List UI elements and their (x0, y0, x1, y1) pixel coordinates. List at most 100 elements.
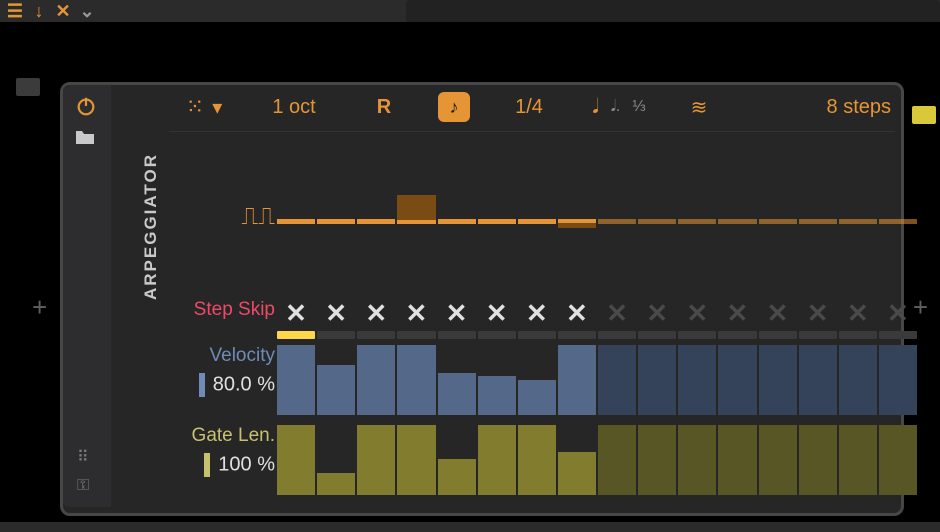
gate-step[interactable] (357, 425, 395, 495)
stepskip-step[interactable] (317, 295, 355, 331)
velocity-readout[interactable]: 80.0 % (169, 373, 275, 397)
velocity-step[interactable] (518, 345, 556, 415)
device-slot[interactable] (16, 78, 40, 96)
pitch-step[interactable] (518, 189, 556, 249)
retrigger-icon[interactable]: ≋ (669, 95, 729, 120)
add-device-button[interactable]: + (32, 292, 47, 323)
stepskip-step[interactable] (397, 295, 435, 331)
pitch-step[interactable] (759, 189, 797, 249)
pitch-step[interactable] (558, 189, 596, 249)
pitch-step[interactable] (317, 189, 355, 249)
list-icon[interactable]: ☰ (3, 0, 27, 22)
velocity-step[interactable] (759, 345, 797, 415)
velocity-step[interactable] (598, 345, 636, 415)
device-chain-left: + (0, 62, 55, 522)
stepskip-step[interactable] (357, 295, 395, 331)
gate-step[interactable] (438, 425, 476, 495)
drag-handle-icon[interactable]: ⠿ (77, 447, 91, 467)
gate-step[interactable] (598, 425, 636, 495)
steps-count[interactable]: 8 steps (729, 96, 895, 119)
velocity-step[interactable] (438, 345, 476, 415)
stepskip-step[interactable] (799, 295, 837, 331)
power-button[interactable] (71, 91, 101, 121)
stepskip-label: Step Skip (169, 299, 285, 321)
velocity-step[interactable] (277, 345, 315, 415)
stepskip-step[interactable] (638, 295, 676, 331)
pitch-icon: ⎍⎍ (169, 203, 285, 231)
velocity-step[interactable] (678, 345, 716, 415)
velocity-step[interactable] (799, 345, 837, 415)
stepskip-step[interactable] (718, 295, 756, 331)
gate-step[interactable] (317, 425, 355, 495)
octave-range[interactable]: 1 oct (239, 96, 349, 119)
rate-dotted[interactable]: 𝅘𝅥. (611, 98, 621, 116)
arp-mode[interactable]: R (349, 96, 419, 119)
pitch-step[interactable] (839, 189, 877, 249)
gate-step[interactable] (478, 425, 516, 495)
gate-step[interactable] (879, 425, 917, 495)
stepskip-step[interactable] (518, 295, 556, 331)
note-mode-button[interactable]: ♪ (438, 92, 470, 122)
velocity-step[interactable] (478, 345, 516, 415)
pitch-step[interactable] (638, 189, 676, 249)
gate-step[interactable] (397, 425, 435, 495)
gate-step[interactable] (799, 425, 837, 495)
gate-row: Gate Len. 100 % (169, 425, 895, 495)
velocity-step[interactable] (638, 345, 676, 415)
pitch-step[interactable] (598, 189, 636, 249)
stepskip-step[interactable] (759, 295, 797, 331)
pitch-step[interactable] (277, 189, 315, 249)
chevron-down-icon[interactable]: ⌄ (75, 0, 99, 22)
pitch-step[interactable] (478, 189, 516, 249)
velocity-step[interactable] (558, 345, 596, 415)
module-title: ARPEGGIATOR (141, 153, 161, 300)
tab-strip (406, 0, 940, 22)
velocity-step[interactable] (879, 345, 917, 415)
folder-icon[interactable] (75, 129, 95, 150)
rate-straight[interactable]: 𝅘𝅥 (592, 96, 598, 119)
velocity-row: Velocity 80.0 % (169, 345, 895, 415)
gate-step[interactable] (759, 425, 797, 495)
gate-readout[interactable]: 100 % (169, 453, 275, 477)
gate-step[interactable] (518, 425, 556, 495)
velocity-step[interactable] (839, 345, 877, 415)
velocity-step[interactable] (357, 345, 395, 415)
gate-step[interactable] (718, 425, 756, 495)
gate-step[interactable] (678, 425, 716, 495)
pitch-step[interactable] (397, 189, 435, 249)
arpeggiator-panel: ⠿ ⚿ ARPEGGIATOR ⁙ ▾ 1 oct R ♪ 1/4 𝅘𝅥 𝅘𝅥.… (60, 82, 904, 516)
rate-value[interactable]: 1/4 (489, 96, 569, 119)
gate-step[interactable] (638, 425, 676, 495)
pitch-row: ⎍⎍ (169, 189, 895, 249)
velocity-step[interactable] (397, 345, 435, 415)
stepskip-step[interactable] (277, 295, 315, 331)
stepskip-step[interactable] (558, 295, 596, 331)
editor-canvas: + + ⠿ ⚿ ARPEGGIATOR ⁙ ▾ 1 oct R ♪ 1/4 𝅘𝅥 (0, 22, 940, 532)
rate-triplet[interactable]: ⅓ (632, 98, 645, 116)
pitch-step[interactable] (357, 189, 395, 249)
velocity-step[interactable] (317, 345, 355, 415)
stepskip-step[interactable] (598, 295, 636, 331)
stepskip-step[interactable] (478, 295, 516, 331)
pattern-dropdown[interactable]: ▾ (212, 95, 222, 120)
key-icon[interactable]: ⚿ (77, 477, 89, 495)
stepskip-step[interactable] (678, 295, 716, 331)
stepskip-step[interactable] (438, 295, 476, 331)
device-slot-right[interactable] (912, 106, 936, 124)
gate-step[interactable] (839, 425, 877, 495)
gate-step[interactable] (277, 425, 315, 495)
gate-label: Gate Len. 100 % (169, 425, 285, 477)
velocity-step[interactable] (718, 345, 756, 415)
pattern-icon[interactable]: ⁙ (186, 94, 204, 120)
pitch-step[interactable] (799, 189, 837, 249)
pitch-step[interactable] (678, 189, 716, 249)
down-arrow-icon[interactable]: ↓ (27, 0, 51, 22)
close-icon[interactable]: ✕ (51, 0, 75, 22)
arp-header: ⁙ ▾ 1 oct R ♪ 1/4 𝅘𝅥 𝅘𝅥. ⅓ ≋ 8 steps (169, 85, 895, 129)
pitch-step[interactable] (718, 189, 756, 249)
stepskip-step[interactable] (839, 295, 877, 331)
gate-step[interactable] (558, 425, 596, 495)
pitch-step[interactable] (438, 189, 476, 249)
pitch-step[interactable] (879, 189, 917, 249)
stepskip-step[interactable] (879, 295, 917, 331)
